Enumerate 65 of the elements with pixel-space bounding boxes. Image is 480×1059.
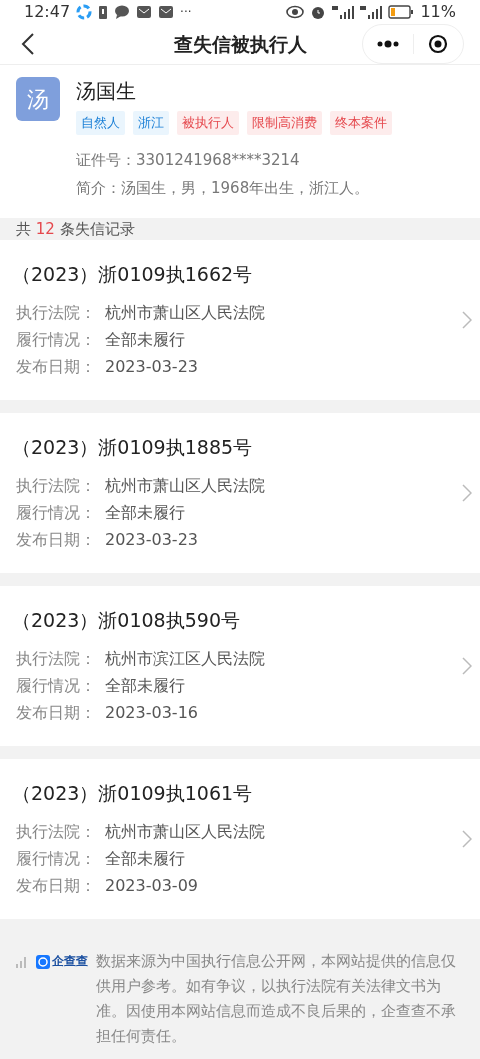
field-value: 杭州市萧山区人民法院 <box>105 820 265 843</box>
battery-percentage: 11% <box>420 1 456 23</box>
tag: 自然人 <box>76 111 125 135</box>
chevron-right-icon <box>462 484 472 502</box>
case-number: （2023）浙0109执1061号 <box>12 781 254 807</box>
record-card[interactable]: （2023）浙0108执590号 执行法院： 杭州市滨江区人民法院 履行情况： 全部未履行 发布日期： 2023-03-16 <box>0 586 480 746</box>
field-value: 全部未履行 <box>105 501 185 524</box>
field-value: 杭州市萧山区人民法院 <box>105 474 265 497</box>
field-label: 履行情况： <box>16 501 97 524</box>
alarm-icon <box>310 4 327 20</box>
field-label: 执行法院： <box>16 301 97 324</box>
case-number: （2023）浙0109执1885号 <box>12 435 254 461</box>
record-card[interactable]: （2023）浙0109执1061号 执行法院： 杭州市萧山区人民法院 履行情况： 全部未履行 发布日期： 2023-03-09 <box>0 759 480 919</box>
field-value: 2023-03-09 <box>105 874 198 897</box>
field-value: 杭州市萧山区人民法院 <box>105 301 265 324</box>
chevron-right-icon <box>462 657 472 675</box>
more-icon <box>375 40 400 48</box>
avatar: 汤 <box>16 77 60 121</box>
signal-icon <box>360 5 383 19</box>
battery-icon <box>388 5 415 19</box>
field-label: 执行法院： <box>16 647 97 670</box>
mail-icon <box>158 5 175 19</box>
more-notifications: ··· <box>180 4 192 21</box>
bar-chart-icon <box>16 955 28 968</box>
disclaimer: 数据来源为中国执行信息公开网，本网站提供的信息仅供用户参考。如有争议，以执行法院有关法律文书为准。因使用本网站信息而造成不良后果的，企查查不承担任何责任。 <box>96 952 457 1046</box>
field-label: 履行情况： <box>16 847 97 870</box>
id-number: 证件号：3301241968****3214 <box>76 149 301 171</box>
record-card[interactable]: （2023）浙0109执1662号 执行法院： 杭州市萧山区人民法院 履行情况： 全部未履行 发布日期： 2023-03-23 <box>0 240 480 400</box>
field-value: 2023-03-23 <box>105 528 198 551</box>
chat-icon <box>114 5 131 19</box>
field-value: 2023-03-23 <box>105 355 198 378</box>
case-number: （2023）浙0108执590号 <box>12 608 241 634</box>
chevron-right-icon <box>462 311 472 329</box>
field-value: 杭州市滨江区人民法院 <box>105 647 265 670</box>
record-card[interactable]: （2023）浙0109执1885号 执行法院： 杭州市萧山区人民法院 履行情况： 全部未履行 发布日期： 2023-03-23 <box>0 413 480 573</box>
back-icon <box>21 32 35 56</box>
field-label: 执行法院： <box>16 820 97 843</box>
logo: 企查查 <box>36 949 88 974</box>
case-number: （2023）浙0109执1662号 <box>12 262 254 288</box>
mail-icon <box>136 5 153 19</box>
field-label: 发布日期： <box>16 528 97 551</box>
field-value: 全部未履行 <box>105 847 185 870</box>
tag: 浙江 <box>133 111 169 135</box>
status-time: 12:47 <box>24 1 71 23</box>
app-icon <box>76 4 93 20</box>
field-label: 发布日期： <box>16 701 97 724</box>
field-value: 2023-03-16 <box>105 701 198 724</box>
field-value: 全部未履行 <box>105 328 185 351</box>
close-icon <box>428 34 449 54</box>
record-count: 共 12 条失信记录 <box>16 218 135 240</box>
tag: 被执行人 <box>177 111 239 135</box>
field-value: 全部未履行 <box>105 674 185 697</box>
person-intro: 简介：汤国生，男，1968年出生，浙江人。 <box>76 178 371 199</box>
chevron-right-icon <box>462 830 472 848</box>
field-label: 履行情况： <box>16 674 97 697</box>
signal-icon <box>332 5 355 19</box>
field-label: 执行法院： <box>16 474 97 497</box>
field-label: 发布日期： <box>16 874 97 897</box>
tag: 终本案件 <box>330 111 392 135</box>
field-label: 履行情况： <box>16 328 97 351</box>
eye-icon <box>286 5 305 19</box>
person-name: 汤国生 <box>76 78 137 105</box>
field-label: 发布日期： <box>16 355 97 378</box>
page-title: 查失信被执行人 <box>173 31 307 57</box>
tag: 限制高消费 <box>247 111 322 135</box>
